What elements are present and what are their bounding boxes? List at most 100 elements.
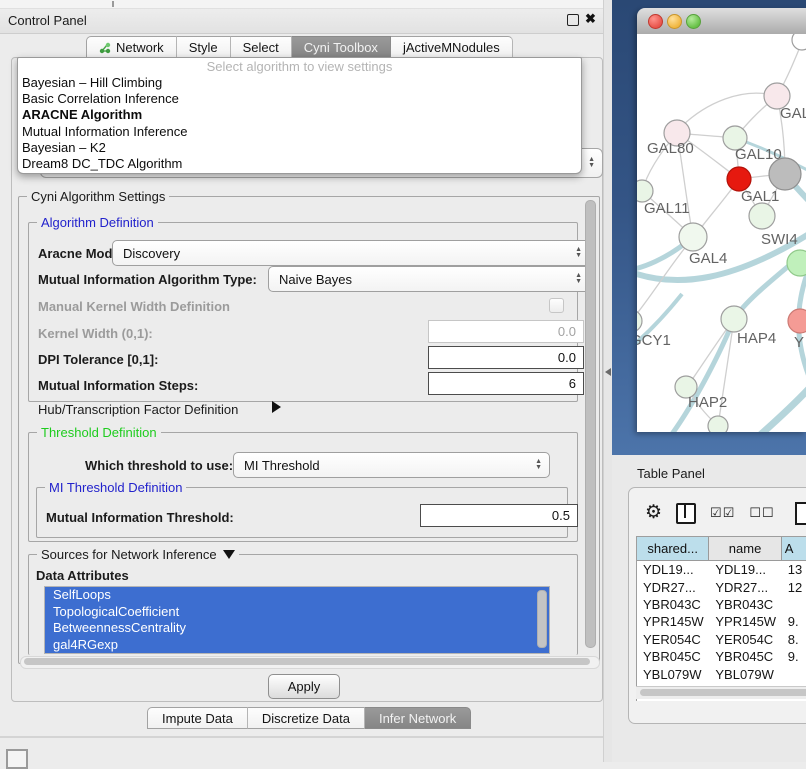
dock-panel-icon[interactable]: [6, 749, 28, 769]
mi-type-label: Mutual Information Algorithm Type:: [38, 272, 257, 287]
network-node-y[interactable]: [788, 309, 806, 333]
network-node-label: SWI4: [761, 231, 798, 248]
mi-type-value: Naive Bayes: [279, 272, 352, 287]
expand-arrow-icon[interactable]: [272, 401, 281, 413]
algorithm-option[interactable]: ARACNE Algorithm: [18, 107, 581, 123]
table-cell: YDR27...: [637, 578, 709, 595]
network-node[interactable]: [769, 158, 801, 190]
manual-kernel-width-checkbox[interactable]: [549, 298, 564, 313]
float-panel-icon[interactable]: [567, 14, 579, 26]
close-icon[interactable]: ✖: [585, 11, 596, 27]
network-node-label: GAL4: [689, 250, 727, 267]
document-icon[interactable]: [795, 502, 806, 525]
network-node-gal11[interactable]: [637, 180, 653, 202]
tab-style[interactable]: Style: [177, 36, 231, 58]
which-threshold-combo[interactable]: MI Threshold ▲▼: [233, 452, 550, 478]
network-node[interactable]: [787, 250, 806, 276]
column-header-clipped[interactable]: A: [782, 537, 806, 560]
algorithm-option[interactable]: Bayesian – K2: [18, 140, 581, 156]
divider-tick: [112, 1, 114, 7]
checked-columns-icon[interactable]: ☑☑: [710, 505, 735, 521]
table-row[interactable]: YDR27...YDR27...12: [637, 578, 806, 595]
table-cell: YER054C: [709, 631, 781, 648]
table-cell: YBR043C: [637, 596, 709, 613]
network-node-label: GAL80: [647, 140, 694, 157]
table-scrollbar-thumb[interactable]: [640, 689, 806, 696]
network-node-gcy1[interactable]: [637, 310, 642, 332]
network-node-swi4[interactable]: [749, 203, 775, 229]
kernel-width-field[interactable]: 0.0: [428, 320, 584, 343]
table-row[interactable]: YER054CYER054C8.: [637, 631, 806, 648]
threshold-definition-title: Threshold Definition: [37, 425, 161, 440]
tab-cyni-toolbox[interactable]: Cyni Toolbox: [292, 36, 391, 58]
network-node[interactable]: [792, 34, 806, 50]
aracne-mode-combo[interactable]: Discovery ▲▼: [112, 240, 590, 266]
popup-placeholder: Select algorithm to view settings: [18, 58, 581, 75]
table-row[interactable]: YBR045CYBR045C9.: [637, 648, 806, 665]
table-cell: YBR045C: [637, 648, 709, 665]
aracne-mode-value: Discovery: [123, 246, 180, 261]
control-panel-titlebar: Control Panel ✖: [0, 9, 612, 34]
table-panel-inner: ⚙ ☑☑ ☐☐ shared... name A YDL19...YDL19..…: [628, 487, 806, 724]
column-header-name[interactable]: name: [709, 537, 781, 560]
splitter-collapse-icon[interactable]: [605, 368, 611, 376]
tab-select[interactable]: Select: [231, 36, 292, 58]
table-cell: YBR043C: [709, 596, 781, 613]
data-attribute-item[interactable]: SelfLoops: [45, 587, 549, 604]
tab-label: Impute Data: [162, 711, 233, 726]
column-header-shared-name[interactable]: shared...: [637, 537, 709, 560]
traffic-light-minimize[interactable]: [667, 14, 682, 29]
mi-steps-field[interactable]: 6: [428, 372, 584, 395]
tab-label: Infer Network: [379, 711, 456, 726]
algorithm-option[interactable]: Basic Correlation Inference: [18, 91, 581, 107]
algorithm-popup-options: Bayesian – Hill ClimbingBasic Correlatio…: [18, 75, 581, 172]
traffic-light-zoom[interactable]: [686, 14, 701, 29]
tab-jactivemnodules[interactable]: jActiveMNodules: [391, 36, 513, 58]
network-node-label: Y: [794, 334, 804, 351]
tab-impute-data[interactable]: Impute Data: [147, 707, 248, 729]
tab-network[interactable]: Network: [86, 36, 177, 58]
algorithm-dropdown-popup: Select algorithm to view settings Bayesi…: [17, 57, 582, 174]
tab-discretize-data[interactable]: Discretize Data: [248, 707, 365, 729]
network-node-hap4[interactable]: [721, 306, 747, 332]
network-window-titlebar[interactable]: [637, 8, 806, 35]
horizontal-scrollbar-thumb[interactable]: [24, 658, 590, 665]
table-row[interactable]: YIL052CYIL052C9.: [637, 700, 806, 701]
data-attributes-list: SelfLoopsTopologicalCoefficientBetweenne…: [44, 586, 550, 654]
algorithm-option[interactable]: Dream8 DC_TDC Algorithm: [18, 156, 581, 172]
list-scrollbar-thumb[interactable]: [537, 590, 547, 648]
mi-type-combo[interactable]: Naive Bayes ▲▼: [268, 266, 590, 292]
data-attribute-item[interactable]: BetweennessCentrality: [45, 620, 549, 637]
mi-steps-label: Mutual Information Steps:: [38, 378, 198, 393]
table-cell: 9.: [782, 613, 806, 630]
traffic-light-close[interactable]: [648, 14, 663, 29]
algorithm-option[interactable]: Bayesian – Hill Climbing: [18, 75, 581, 91]
unchecked-columns-icon[interactable]: ☐☐: [749, 505, 774, 521]
table-row[interactable]: YDL19...YDL19...13: [637, 561, 806, 578]
tab-infer-network[interactable]: Infer Network: [365, 707, 471, 729]
dpi-tolerance-value: 0.0: [558, 350, 576, 365]
apply-button[interactable]: Apply: [268, 674, 340, 699]
network-edge: [682, 93, 777, 126]
sources-title: Sources for Network Inference: [37, 547, 239, 562]
data-attribute-item[interactable]: gal4RGexp: [45, 637, 549, 654]
mi-threshold-field[interactable]: 0.5: [420, 504, 578, 527]
network-canvas[interactable]: GALGAL80GAL10GAL1GAL11SWI4GAL4GCY1HAP4YH…: [637, 34, 806, 432]
apply-button-label: Apply: [288, 679, 321, 694]
data-attribute-item[interactable]: TopologicalCoefficient: [45, 604, 549, 621]
settings-group-title: Cyni Algorithm Settings: [27, 189, 169, 204]
vertical-scrollbar-thumb[interactable]: [585, 200, 596, 648]
algorithm-option[interactable]: Mutual Information Inference: [18, 124, 581, 140]
collapse-arrow-icon[interactable]: [223, 550, 235, 559]
gear-icon[interactable]: ⚙: [645, 504, 662, 522]
table-row[interactable]: YBL079WYBL079W: [637, 665, 806, 682]
algorithm-definition-title: Algorithm Definition: [37, 215, 158, 230]
table-cell: YER054C: [637, 631, 709, 648]
network-node[interactable]: [708, 416, 728, 432]
network-node-gal4[interactable]: [679, 223, 707, 251]
table-cell: [782, 596, 806, 613]
table-row[interactable]: YBR043CYBR043C: [637, 596, 806, 613]
dpi-tolerance-field[interactable]: 0.0: [428, 346, 584, 369]
split-view-icon[interactable]: [676, 503, 696, 524]
table-row[interactable]: YPR145WYPR145W9.: [637, 613, 806, 630]
